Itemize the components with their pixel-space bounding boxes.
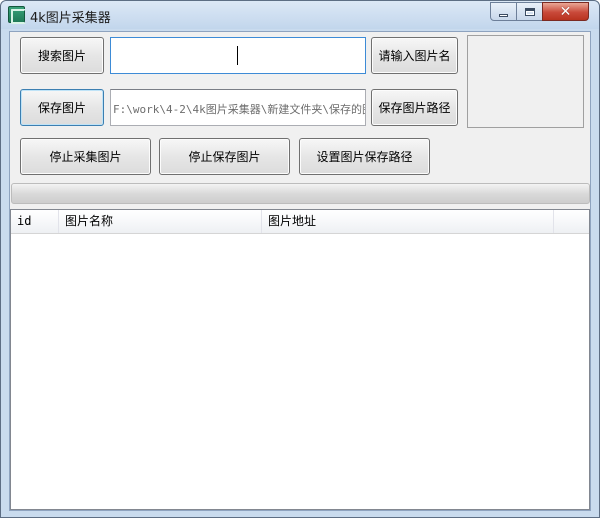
close-icon: ✕ xyxy=(559,3,572,20)
search-images-button[interactable]: 搜索图片 xyxy=(20,37,104,74)
main-panel: 搜索图片 请输入图片名 保存图片 F:\work\4-2\4k图片采集器\新建文… xyxy=(9,31,591,511)
text-caret xyxy=(237,46,238,65)
title-bar[interactable]: 4k图片采集器 ✕ xyxy=(1,1,599,29)
image-preview xyxy=(467,35,584,128)
maximize-button[interactable] xyxy=(516,2,543,21)
image-list[interactable]: id 图片名称 图片地址 xyxy=(10,209,590,510)
progress-bar xyxy=(11,183,590,204)
maximize-icon xyxy=(524,7,535,16)
save-image-path-button[interactable]: 保存图片路径 xyxy=(371,89,458,126)
minimize-button[interactable] xyxy=(490,2,517,21)
column-header-id[interactable]: id xyxy=(11,210,59,233)
save-path-field[interactable]: F:\work\4-2\4k图片采集器\新建文件夹\保存的图 xyxy=(110,89,366,126)
column-header-image-url[interactable]: 图片地址 xyxy=(262,210,554,233)
save-images-button[interactable]: 保存图片 xyxy=(20,89,104,126)
column-header-image-name[interactable]: 图片名称 xyxy=(59,210,262,233)
list-header: id 图片名称 图片地址 xyxy=(11,210,589,234)
minimize-icon xyxy=(499,13,508,17)
search-input[interactable] xyxy=(110,37,366,74)
enter-image-name-button[interactable]: 请输入图片名 xyxy=(371,37,458,74)
column-header-filler xyxy=(554,210,589,233)
app-logo-icon xyxy=(8,6,26,24)
app-window: 4k图片采集器 ✕ 搜索图片 请输入图片名 保存图片 F:\work\4-2\4… xyxy=(0,0,600,518)
set-save-path-button[interactable]: 设置图片保存路径 xyxy=(299,138,430,175)
save-path-value: F:\work\4-2\4k图片采集器\新建文件夹\保存的图 xyxy=(113,103,365,116)
stop-collecting-button[interactable]: 停止采集图片 xyxy=(20,138,151,175)
window-title: 4k图片采集器 xyxy=(30,11,111,26)
close-button[interactable]: ✕ xyxy=(542,2,589,21)
stop-saving-button[interactable]: 停止保存图片 xyxy=(159,138,290,175)
